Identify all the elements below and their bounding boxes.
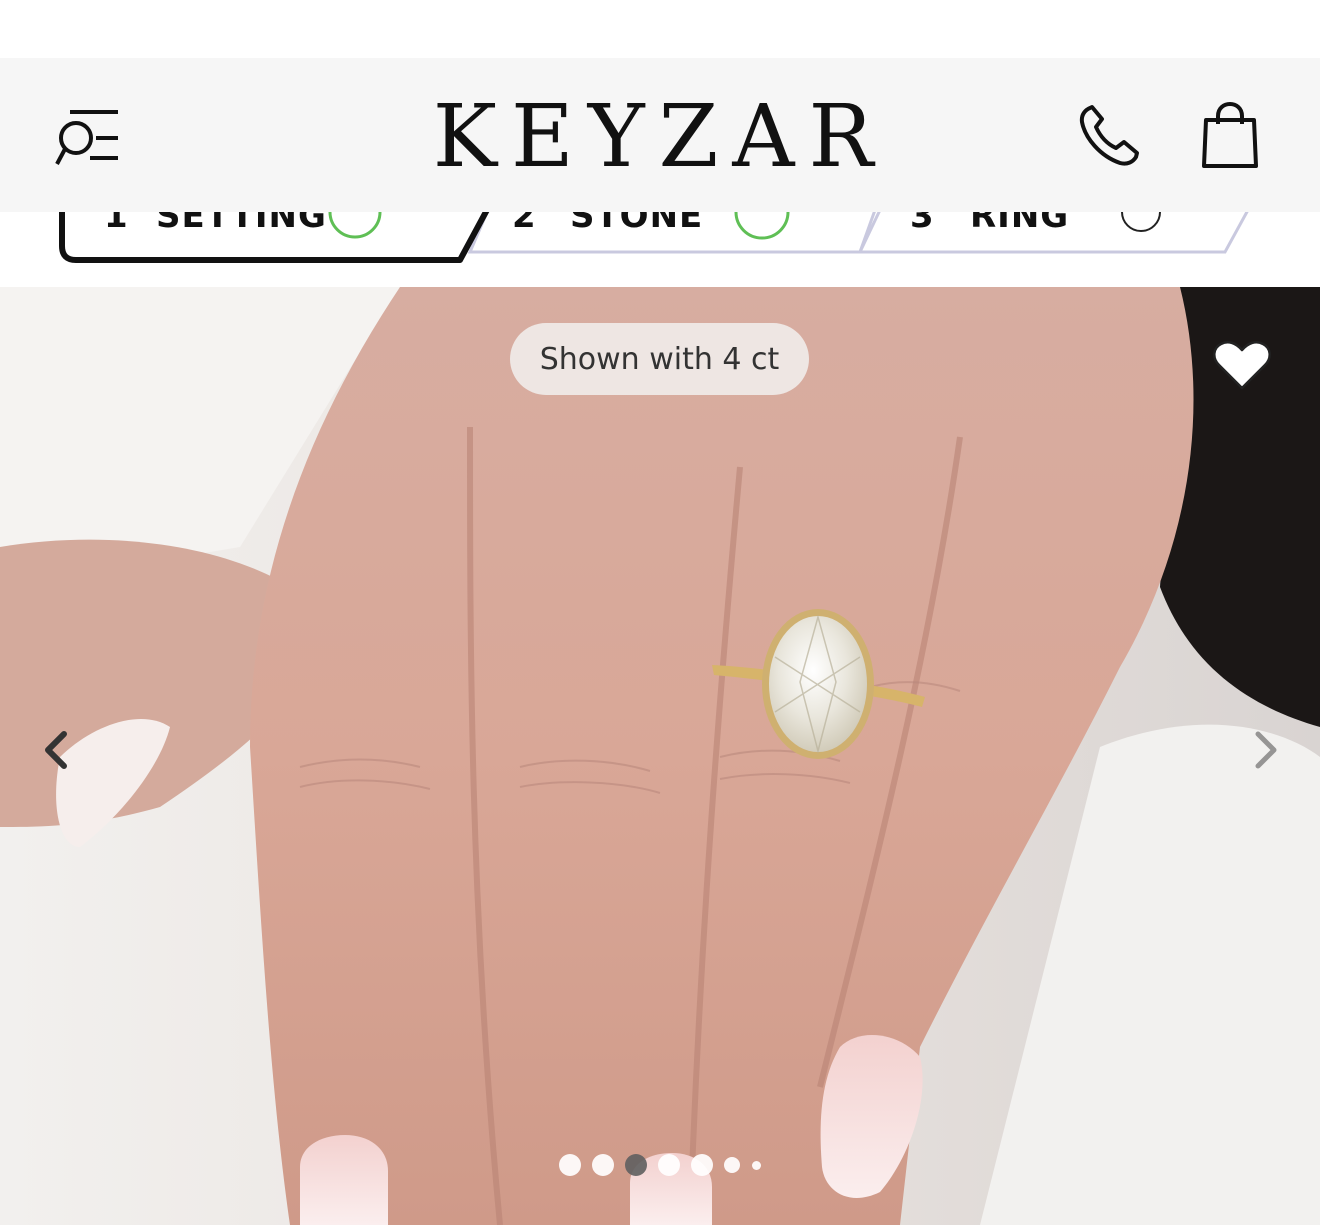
carousel-pagination (556, 1152, 766, 1178)
carousel-dot[interactable] (691, 1154, 713, 1176)
next-image-button[interactable] (1246, 726, 1286, 774)
previous-image-button[interactable] (36, 726, 76, 774)
favorite-button[interactable] (1212, 340, 1272, 392)
menu-search-button[interactable] (52, 106, 124, 170)
shopping-bag-icon (1202, 101, 1258, 168)
product-photo (0, 287, 1320, 1225)
carousel-dot[interactable] (559, 1154, 581, 1176)
chevron-right-icon (1255, 731, 1277, 769)
chevron-left-icon (45, 731, 67, 769)
heart-icon (1213, 341, 1271, 390)
carousel-dot[interactable] (592, 1154, 614, 1176)
carousel-dot-active[interactable] (625, 1154, 647, 1176)
shopping-bag-button[interactable] (1198, 101, 1262, 172)
product-image-carousel[interactable] (0, 287, 1320, 1225)
menu-search-icon (55, 110, 118, 165)
carousel-dot[interactable] (658, 1154, 680, 1176)
site-header: KEYZAR (0, 58, 1320, 212)
carousel-dot[interactable] (724, 1157, 740, 1173)
phone-icon (1079, 105, 1139, 166)
carousel-dot[interactable] (752, 1161, 761, 1170)
brand-logo[interactable]: KEYZAR (433, 94, 873, 180)
stone-size-badge: Shown with 4 ct (510, 323, 809, 395)
phone-button[interactable] (1076, 102, 1144, 170)
